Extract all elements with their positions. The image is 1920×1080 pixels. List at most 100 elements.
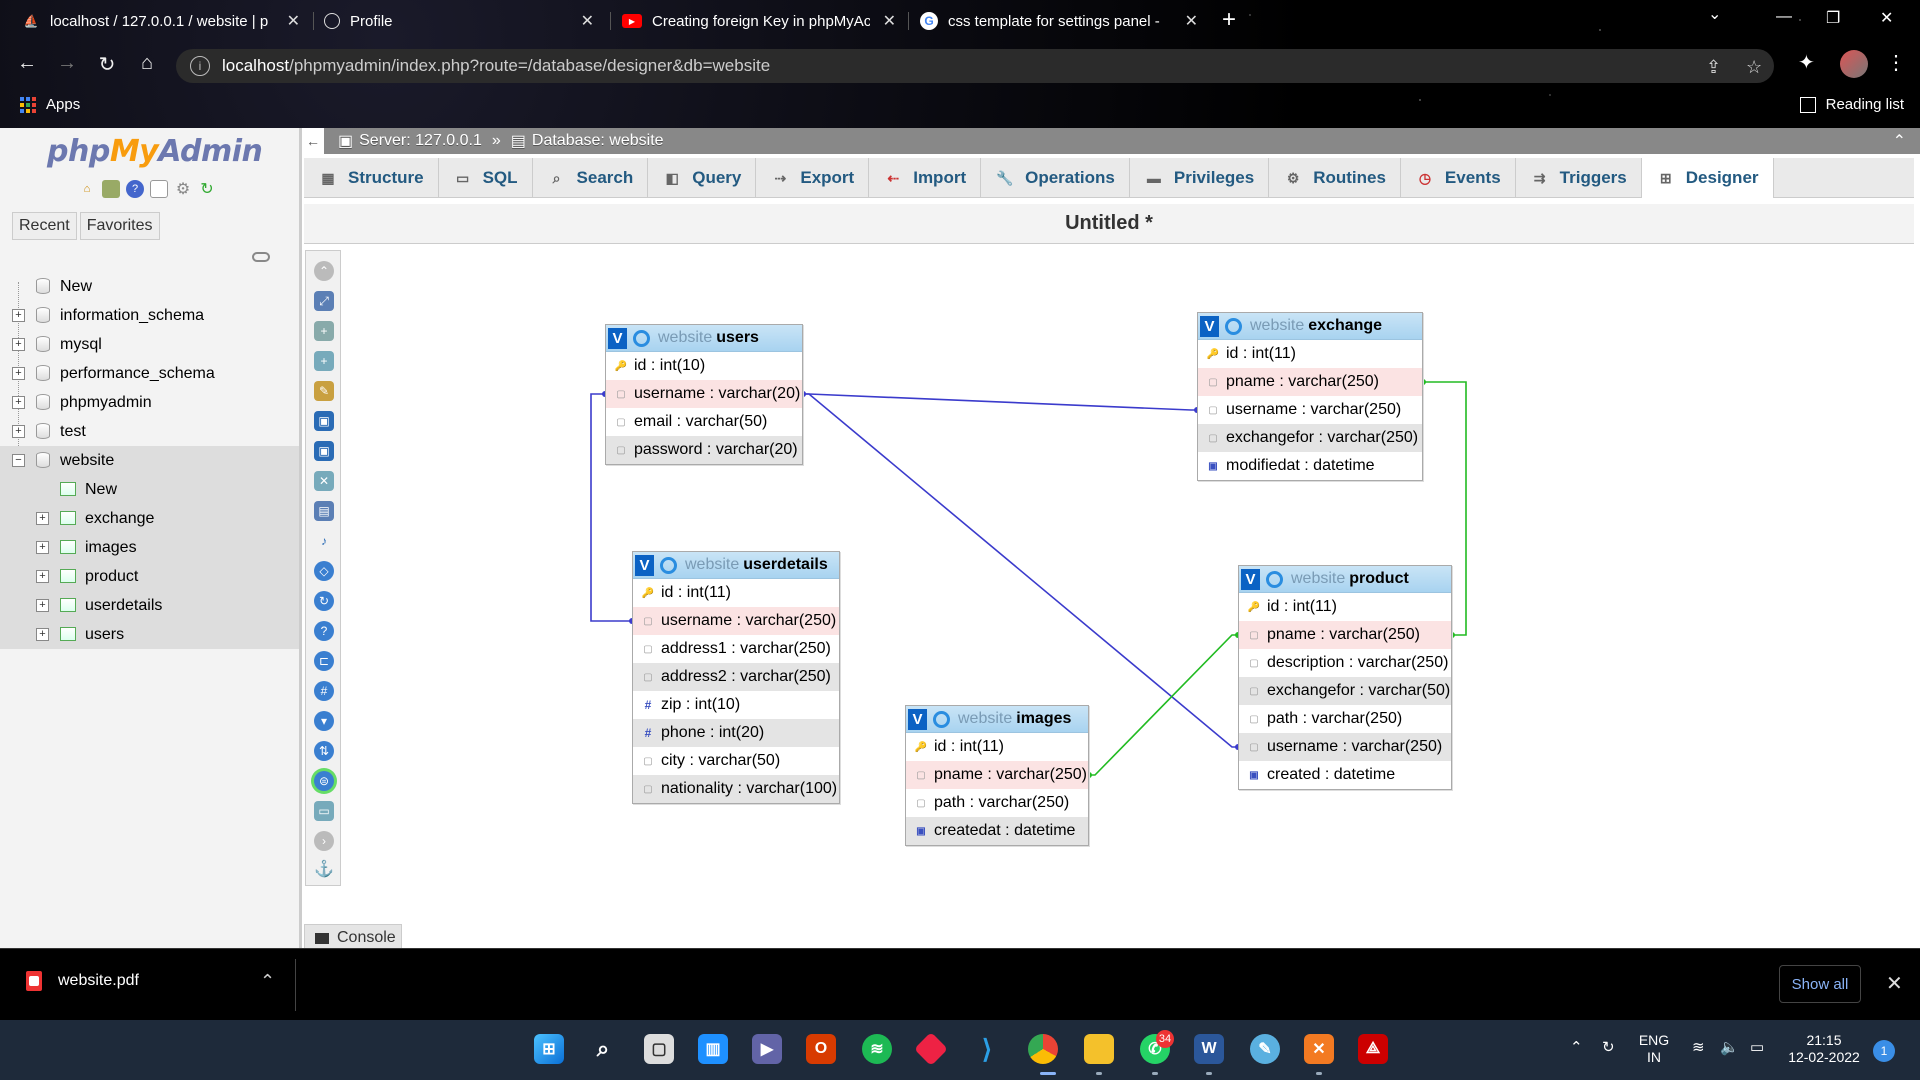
save-page-icon[interactable]: ▣ [314, 411, 334, 431]
word-icon[interactable]: W [1194, 1034, 1224, 1064]
language-indicator[interactable]: ENG IN [1636, 1032, 1672, 1066]
tree-db-performance-schema[interactable]: + performance_schema [0, 359, 299, 388]
site-info-icon[interactable]: i [190, 56, 210, 76]
toggle-columns-icon[interactable]: V [1200, 315, 1219, 337]
column-row[interactable]: # zip : int(10) [633, 691, 839, 719]
column-row[interactable]: ▣ created : datetime [1239, 761, 1451, 789]
move-menu-icon[interactable]: › [314, 831, 334, 851]
share-icon[interactable]: ⇪ [1706, 57, 1721, 78]
tree-new-database[interactable]: New [0, 272, 299, 301]
table-header[interactable]: Vwebsite userdetails [633, 552, 839, 579]
table-options-icon[interactable] [1225, 317, 1242, 335]
expand-icon[interactable]: + [12, 396, 25, 409]
table-options-icon[interactable] [933, 710, 950, 728]
column-row[interactable]: ▢ path : varchar(250) [1239, 705, 1451, 733]
toggle-columns-icon[interactable]: V [1241, 568, 1260, 590]
logout-icon[interactable] [102, 180, 120, 198]
column-row[interactable]: 🔑 id : int(11) [1198, 340, 1422, 368]
start-icon[interactable]: ⊞ [534, 1034, 564, 1064]
browser-tab-profile[interactable]: Profile ✕ [324, 6, 594, 36]
column-row[interactable]: ▢ address1 : varchar(250) [633, 635, 839, 663]
tree-table-users[interactable]: + users [0, 620, 299, 649]
notification-badge[interactable]: 1 [1873, 1040, 1895, 1062]
toggle-small-big-icon[interactable]: ⇅ [314, 741, 334, 761]
column-row[interactable]: ▢ address2 : varchar(250) [633, 663, 839, 691]
git-icon[interactable] [914, 1032, 948, 1066]
relation-line[interactable] [803, 393, 1197, 411]
tree-db-information-schema[interactable]: + information_schema [0, 301, 299, 330]
close-download-bar-icon[interactable]: ✕ [1886, 971, 1903, 996]
column-row[interactable]: ▢ username : varchar(250) [1239, 733, 1451, 761]
expand-icon[interactable]: + [36, 570, 49, 583]
designer-table-exchange[interactable]: Vwebsite exchange 🔑 id : int(11) ▢ pname : va… [1197, 312, 1423, 481]
tab-events[interactable]: ◷ Events [1401, 158, 1516, 198]
column-row[interactable]: ▢ username : varchar(250) [1198, 396, 1422, 424]
column-row[interactable]: # phone : int(20) [633, 719, 839, 747]
tree-db-website[interactable]: − website [0, 446, 299, 475]
tab-operations[interactable]: 🔧 Operations [981, 158, 1130, 198]
column-row[interactable]: ▢ email : varchar(50) [606, 408, 802, 436]
table-options-icon[interactable] [1266, 570, 1283, 588]
home-button[interactable]: ⌂ [134, 52, 160, 75]
task-view-icon[interactable]: ▢ [644, 1034, 674, 1064]
close-tab-icon[interactable]: ✕ [581, 11, 594, 31]
column-row[interactable]: ▢ pname : varchar(250) [1239, 621, 1451, 649]
column-row[interactable]: ▢ exchangefor : varchar(250) [1198, 424, 1422, 452]
column-row[interactable]: ▢ city : varchar(50) [633, 747, 839, 775]
expand-icon[interactable]: + [36, 599, 49, 612]
tab-designer[interactable]: ⊞ Designer [1641, 158, 1774, 198]
table-options-icon[interactable] [660, 556, 677, 574]
menu-icon[interactable]: ⋮ [1886, 50, 1906, 75]
column-row[interactable]: 🔑 id : int(11) [1239, 593, 1451, 621]
reading-list-button[interactable]: Reading list [1799, 96, 1904, 113]
close-tab-icon[interactable]: ✕ [883, 11, 896, 31]
restore-button[interactable]: ❐ [1826, 8, 1840, 28]
tree-table-images[interactable]: + images [0, 533, 299, 562]
tree-db-mysql[interactable]: + mysql [0, 330, 299, 359]
save-page-as-icon[interactable]: ▣ [314, 441, 334, 461]
battery-icon[interactable]: ▭ [1750, 1038, 1764, 1056]
delete-pages-icon[interactable]: ✕ [314, 471, 334, 491]
pin-text-icon[interactable]: ⚓ [314, 859, 334, 879]
column-row[interactable]: ▢ password : varchar(20) [606, 436, 802, 464]
column-row[interactable]: ▢ username : varchar(250) [633, 607, 839, 635]
reload-icon[interactable]: ↻ [314, 591, 334, 611]
relation-line[interactable] [803, 393, 1238, 748]
apps-shortcut[interactable]: Apps [20, 96, 80, 113]
toggle-columns-icon[interactable]: V [635, 554, 654, 576]
settings-gear-icon[interactable]: ⚙ [174, 180, 192, 198]
tree-db-test[interactable]: + test [0, 417, 299, 446]
expand-icon[interactable]: + [12, 309, 25, 322]
tree-table-userdetails[interactable]: + userdetails [0, 591, 299, 620]
table-header[interactable]: Vwebsite images [906, 706, 1088, 733]
breadcrumb-database[interactable]: ▤ Database: website [511, 131, 664, 151]
favorites-tab[interactable]: Favorites [79, 212, 160, 240]
toggle-relation-lines-icon[interactable]: ⊜ [314, 771, 334, 791]
snap-to-grid-icon[interactable]: # [314, 681, 334, 701]
column-row[interactable]: ▣ createdat : datetime [906, 817, 1088, 845]
tab-export[interactable]: ⇢ Export [756, 158, 870, 198]
link-with-main-icon[interactable] [252, 252, 270, 262]
small-big-all-icon[interactable]: ▾ [314, 711, 334, 731]
column-row[interactable]: 🔑 id : int(11) [633, 579, 839, 607]
vscode-icon[interactable]: ⟩ [972, 1034, 1002, 1064]
chrome-icon[interactable] [1028, 1034, 1058, 1064]
tab-structure[interactable]: ▦ Structure [304, 158, 439, 198]
tab-search[interactable]: ⌕ Search [533, 158, 649, 198]
fullscreen-icon[interactable]: ⤢ [314, 291, 334, 311]
tree-table-product[interactable]: + product [0, 562, 299, 591]
table-header[interactable]: Vwebsite users [606, 325, 802, 352]
reload-nav-icon[interactable]: ↻ [198, 180, 216, 198]
help-icon[interactable]: ? [126, 180, 144, 198]
docs-icon[interactable] [150, 180, 168, 198]
widgets-icon[interactable]: ▥ [698, 1034, 728, 1064]
column-row[interactable]: ▢ path : varchar(250) [906, 789, 1088, 817]
column-row[interactable]: ▢ nationality : varchar(100) [633, 775, 839, 803]
tab-triggers[interactable]: ⇉ Triggers [1516, 158, 1642, 198]
back-button[interactable]: ← [14, 52, 40, 75]
relation-line[interactable] [1089, 634, 1238, 776]
expand-icon[interactable]: + [12, 338, 25, 351]
tray-overflow-chevron-icon[interactable]: ⌃ [1570, 1038, 1583, 1056]
column-row[interactable]: ▢ exchangefor : varchar(50) [1239, 677, 1451, 705]
acrobat-icon[interactable]: ⟁ [1358, 1034, 1388, 1064]
